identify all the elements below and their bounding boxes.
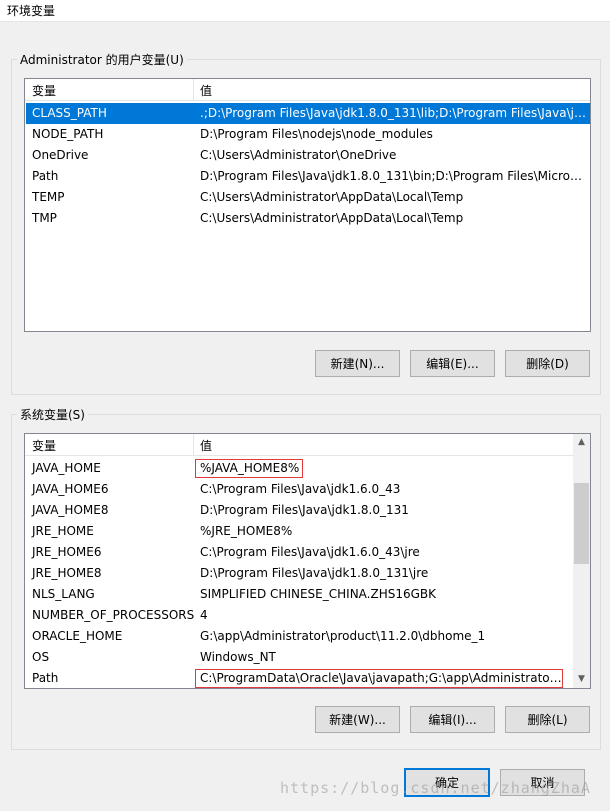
system-new-button[interactable]: 新建(W)... bbox=[315, 706, 400, 733]
variable-name: TEMP bbox=[32, 190, 65, 204]
variable-name: OneDrive bbox=[32, 148, 89, 162]
variable-name: ORACLE_HOME bbox=[32, 629, 123, 643]
variable-value: C:\Users\Administrator\AppData\Local\Tem… bbox=[200, 190, 464, 204]
variable-value: C:\Program Files\Java\jdk1.6.0_43\jre bbox=[200, 545, 420, 559]
table-row[interactable]: JRE_HOME6 C:\Program Files\Java\jdk1.6.0… bbox=[26, 542, 572, 563]
variable-value: G:\app\Administrator\product\11.2.0\dbho… bbox=[200, 629, 486, 643]
variable-value: 4 bbox=[200, 608, 208, 622]
variable-name: Path bbox=[32, 671, 59, 685]
variable-name: TMP bbox=[32, 211, 57, 225]
title-bar: 环境变量 bbox=[0, 0, 610, 22]
system-variables-header: 变量 值 bbox=[25, 434, 574, 456]
variable-name: JRE_HOME8 bbox=[32, 566, 102, 580]
variable-value: %JRE_HOME8% bbox=[200, 524, 293, 538]
variable-name: Path bbox=[32, 169, 59, 183]
variable-name: CLASS_PATH bbox=[32, 106, 107, 120]
table-row[interactable]: TMP C:\Users\Administrator\AppData\Local… bbox=[26, 208, 590, 229]
table-row[interactable]: TEMP C:\Users\Administrator\AppData\Loca… bbox=[26, 187, 590, 208]
table-row[interactable]: NODE_PATH D:\Program Files\nodejs\node_m… bbox=[26, 124, 590, 145]
variable-name: JRE_HOME bbox=[32, 524, 94, 538]
highlight-box bbox=[195, 459, 303, 478]
variable-name: JAVA_HOME bbox=[32, 461, 101, 475]
table-row[interactable]: CLASS_PATH .;D:\Program Files\Java\jdk1.… bbox=[26, 103, 590, 124]
variable-name: NUMBER_OF_PROCESSORS bbox=[32, 608, 195, 622]
user-edit-button[interactable]: 编辑(E)... bbox=[410, 350, 495, 377]
table-row[interactable]: ORACLE_HOME G:\app\Administrator\product… bbox=[26, 626, 572, 647]
table-row[interactable]: JRE_HOME %JRE_HOME8% bbox=[26, 521, 572, 542]
user-delete-button[interactable]: 删除(D) bbox=[505, 350, 590, 377]
watermark-text: https://blog.csdn.net/zhangZhaA bbox=[280, 779, 591, 797]
variable-value: C:\Users\Administrator\AppData\Local\Tem… bbox=[200, 211, 464, 225]
column-header-name[interactable]: 变量 bbox=[32, 82, 56, 99]
variable-value: SIMPLIFIED CHINESE_CHINA.ZHS16GBK bbox=[200, 587, 437, 601]
variable-name: JAVA_HOME6 bbox=[32, 482, 109, 496]
user-variables-header: 变量 值 bbox=[25, 79, 590, 101]
variable-value: .;D:\Program Files\Java\jdk1.8.0_131\lib… bbox=[200, 106, 586, 120]
table-row[interactable]: JRE_HOME8 D:\Program Files\Java\jdk1.8.0… bbox=[26, 563, 572, 584]
column-header-value[interactable]: 值 bbox=[200, 82, 212, 99]
chevron-down-icon[interactable]: ▼ bbox=[573, 671, 590, 688]
table-row[interactable]: NUMBER_OF_PROCESSORS 4 bbox=[26, 605, 572, 626]
table-row[interactable]: OS Windows_NT bbox=[26, 647, 572, 668]
table-row[interactable]: OneDrive C:\Users\Administrator\OneDrive bbox=[26, 145, 590, 166]
scrollbar-thumb[interactable] bbox=[574, 483, 589, 564]
system-variables-label: 系统变量(S) bbox=[17, 406, 88, 423]
window-title: 环境变量 bbox=[7, 4, 56, 18]
column-header-name[interactable]: 变量 bbox=[32, 437, 56, 454]
user-variables-list[interactable]: 变量 值 CLASS_PATH .;D:\Program Files\Java\… bbox=[24, 78, 591, 332]
user-new-button[interactable]: 新建(N)... bbox=[315, 350, 400, 377]
user-variables-label: Administrator 的用户变量(U) bbox=[17, 51, 187, 68]
variable-value: D:\Program Files\nodejs\node_modules bbox=[200, 127, 433, 141]
variable-value: C:\Users\Administrator\OneDrive bbox=[200, 148, 397, 162]
variable-name: NODE_PATH bbox=[32, 127, 104, 141]
vertical-scrollbar[interactable]: ▲ ▼ bbox=[573, 434, 590, 688]
table-row[interactable]: NLS_LANG SIMPLIFIED CHINESE_CHINA.ZHS16G… bbox=[26, 584, 572, 605]
variable-name: JRE_HOME6 bbox=[32, 545, 102, 559]
column-header-value[interactable]: 值 bbox=[200, 437, 212, 454]
variable-value: D:\Program Files\Java\jdk1.8.0_131\bin;D… bbox=[200, 169, 586, 183]
variable-value: C:\Program Files\Java\jdk1.6.0_43 bbox=[200, 482, 401, 496]
variable-value: D:\Program Files\Java\jdk1.8.0_131 bbox=[200, 503, 409, 517]
system-delete-button[interactable]: 删除(L) bbox=[505, 706, 590, 733]
variable-name: JAVA_HOME8 bbox=[32, 503, 109, 517]
chevron-up-icon[interactable]: ▲ bbox=[573, 434, 590, 451]
system-variables-list[interactable]: 变量 值 JAVA_HOME %JAVA_HOME8% JAVA_HOME6 C… bbox=[24, 433, 591, 689]
table-row[interactable]: JAVA_HOME8 D:\Program Files\Java\jdk1.8.… bbox=[26, 500, 572, 521]
variable-name: NLS_LANG bbox=[32, 587, 95, 601]
system-edit-button[interactable]: 编辑(I)... bbox=[410, 706, 495, 733]
variable-value: D:\Program Files\Java\jdk1.8.0_131\jre bbox=[200, 566, 429, 580]
table-row[interactable]: Path D:\Program Files\Java\jdk1.8.0_131\… bbox=[26, 166, 590, 187]
variable-value: Windows_NT bbox=[200, 650, 276, 664]
table-row[interactable]: JAVA_HOME6 C:\Program Files\Java\jdk1.6.… bbox=[26, 479, 572, 500]
variable-name: OS bbox=[32, 650, 50, 664]
highlight-box bbox=[195, 669, 563, 688]
